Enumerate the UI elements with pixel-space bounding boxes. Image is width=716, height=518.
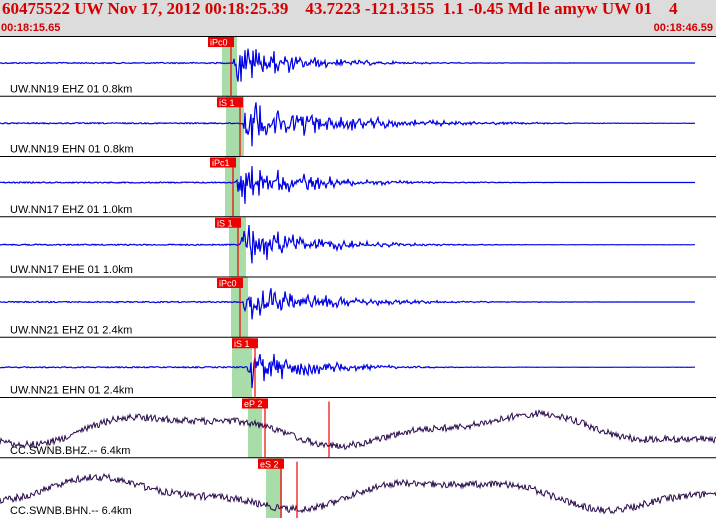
pick-label: eS 2 xyxy=(260,459,279,469)
pick-label: iS 1 xyxy=(217,218,233,228)
channel-label: UW.NN21 EHN 01 2.4km xyxy=(10,385,133,397)
event-title: 60475522 UW Nov 17, 2012 00:18:25.39 43.… xyxy=(2,0,678,18)
channel-labels: UW.NN19 EHZ 01 0.8km UW.NN19 EHN 01 0.8km… xyxy=(10,83,133,517)
trace-waveform xyxy=(0,166,695,204)
trace-waveform xyxy=(0,102,695,147)
trace-waveform xyxy=(0,409,716,451)
channel-label: UW.NN17 EHZ 01 1.0km xyxy=(10,204,132,216)
trace-waveform xyxy=(0,224,695,264)
window-start-time: 00:18:15.65 xyxy=(1,22,61,34)
trace-waveform xyxy=(0,353,695,389)
pick-label: iS 1 xyxy=(219,98,235,108)
window-end-time: 00:18:46.59 xyxy=(653,22,713,34)
pick-label: iS 1 xyxy=(234,339,250,349)
channel-label: CC.SWNB.BHZ.-- 6.4km xyxy=(10,445,130,457)
pick-label: eP 2 xyxy=(244,399,262,409)
pick-label: iPc0 xyxy=(210,38,228,48)
channel-label: UW.NN21 EHZ 01 2.4km xyxy=(10,324,132,336)
seismogram-panel[interactable]: iPc0 iS 1 iPc1 iS 1 iPc0 iS 1 eP 2 eS 2 UW.NN19… xyxy=(0,36,716,518)
trace-waveform xyxy=(0,288,695,320)
trace-waveform xyxy=(0,48,695,82)
header-bar: 60475522 UW Nov 17, 2012 00:18:25.39 43.… xyxy=(0,0,716,36)
traces xyxy=(0,48,716,515)
channel-label: UW.NN17 EHE 01 1.0km xyxy=(10,264,133,276)
pick-label: iPc0 xyxy=(219,279,237,289)
pick-label: iPc1 xyxy=(212,158,230,168)
channel-label: UW.NN19 EHN 01 0.8km xyxy=(10,144,133,156)
channel-label: UW.NN19 EHZ 01 0.8km xyxy=(10,83,132,95)
channel-label: CC.SWNB.BHN.-- 6.4km xyxy=(10,505,132,517)
